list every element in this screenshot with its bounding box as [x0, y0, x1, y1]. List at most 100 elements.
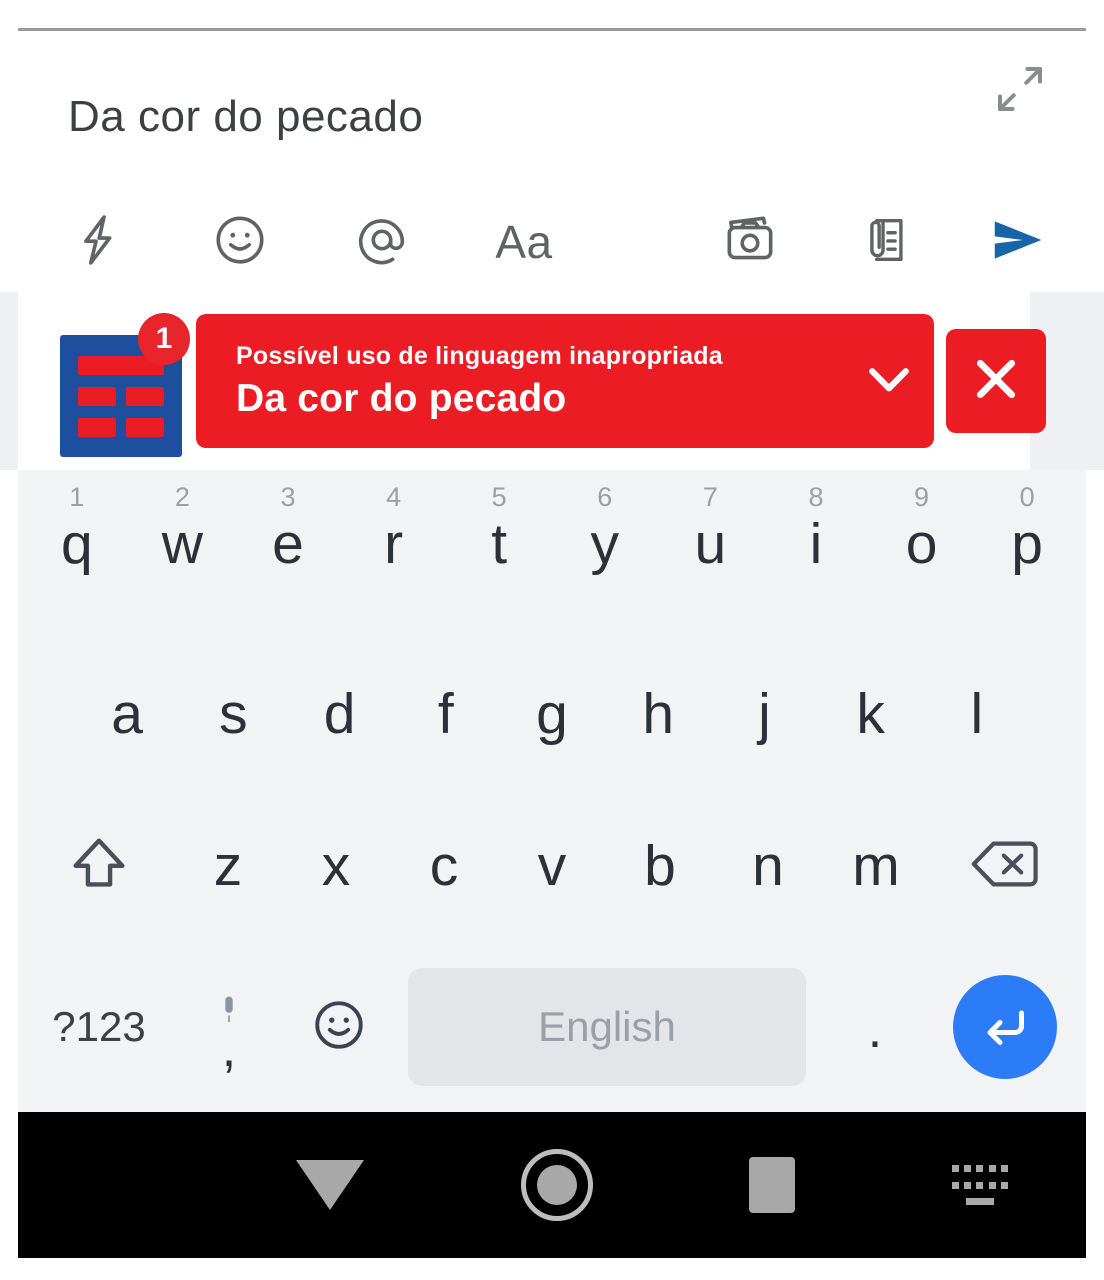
key-r[interactable]: 4 r [341, 470, 447, 652]
quick-action-button[interactable] [60, 204, 136, 280]
kbd-dot-row-2 [951, 1181, 1008, 1189]
key-label-y: y [590, 512, 620, 576]
nav-back-button[interactable] [296, 1112, 365, 1258]
key-w[interactable]: 2 w [130, 470, 236, 652]
notification-subtitle: Da cor do pecado [236, 376, 567, 420]
recents-square-icon [749, 1157, 796, 1213]
key-label-e: e [272, 512, 304, 576]
compose-toolbar: Aa [0, 187, 1104, 297]
key-h[interactable]: h [605, 638, 711, 790]
key-y[interactable]: 6 y [552, 470, 658, 652]
key-hint-8: 8 [808, 482, 824, 512]
key-a[interactable]: a [74, 638, 180, 790]
key-l[interactable]: l [924, 638, 1030, 790]
key-d[interactable]: d [286, 638, 392, 790]
mention-button[interactable] [344, 204, 420, 280]
compose-area: Da cor do pecado Aa [0, 31, 1104, 290]
key-emoji[interactable] [284, 942, 394, 1112]
notification-text-group: Possível uso de linguagem inapropriada D… [236, 342, 844, 421]
keyboard-row-1: 1 q 2 w 3 e 4 r 5 t 6 y 7 u 8 i 9 o 0 p [18, 470, 1086, 638]
bottom-fill [0, 1258, 1104, 1280]
key-label-k: k [856, 681, 885, 746]
key-e[interactable]: 3 e [235, 470, 341, 652]
keyboard-row-4: ?123 , English . [18, 942, 1086, 1112]
key-f[interactable]: f [393, 638, 499, 790]
key-q[interactable]: 1 q [24, 470, 130, 652]
key-s[interactable]: s [180, 638, 286, 790]
kbd-dot [988, 1181, 996, 1189]
key-symbols[interactable]: ?123 [24, 942, 174, 1112]
key-j[interactable]: j [711, 638, 817, 790]
key-t[interactable]: 5 t [446, 470, 552, 652]
expand-compose-button[interactable] [982, 53, 1058, 129]
hide-keyboard-triangle-icon [296, 1160, 365, 1210]
key-label-i: i [809, 512, 823, 576]
key-hint-9: 9 [914, 482, 930, 512]
kbd-dot [976, 1165, 984, 1172]
key-i[interactable]: 8 i [763, 470, 869, 652]
key-x[interactable]: x [282, 790, 390, 942]
key-k[interactable]: k [818, 638, 924, 790]
key-m[interactable]: m [822, 790, 930, 942]
key-c[interactable]: c [390, 790, 498, 942]
key-v[interactable]: v [498, 790, 606, 942]
on-screen-keyboard: 1 q 2 w 3 e 4 r 5 t 6 y 7 u 8 i 9 o 0 p … [18, 470, 1086, 1112]
key-comma[interactable]: , [174, 942, 284, 1112]
key-label-t: t [491, 512, 508, 576]
key-label-d: d [323, 681, 356, 746]
attachment-button[interactable] [846, 204, 922, 280]
kbd-dot [951, 1181, 959, 1189]
key-n[interactable]: n [714, 790, 822, 942]
key-hint-6: 6 [597, 482, 613, 512]
emoji-button[interactable] [202, 204, 278, 280]
key-o[interactable]: 9 o [869, 470, 975, 652]
format-text-button[interactable]: Aa [486, 204, 562, 280]
notification-expand-button[interactable] [844, 314, 934, 448]
message-input[interactable]: Da cor do pecado [68, 92, 423, 142]
key-label-p: p [1011, 512, 1043, 576]
kbd-dot [951, 1165, 959, 1172]
key-label-r: r [384, 512, 404, 576]
key-label-s: s [219, 681, 248, 746]
nav-switch-keyboard-button[interactable] [951, 1112, 1008, 1258]
key-hint-2: 2 [174, 482, 190, 512]
icon-bar-row-middle [78, 386, 164, 406]
key-p[interactable]: 0 p [974, 470, 1080, 652]
key-label-comma: , [221, 1019, 237, 1078]
nav-items [218, 1112, 1086, 1258]
kbd-dot [1000, 1165, 1008, 1172]
close-x-icon [967, 350, 1025, 413]
emoji-smiley-icon [310, 996, 368, 1059]
format-text-label: Aa [495, 216, 553, 268]
expand-arrows-icon [990, 59, 1050, 124]
key-backspace[interactable] [930, 790, 1080, 942]
icon-bar-right [126, 386, 164, 406]
notification-strip: 1 Possível uso de linguagem inapropriada… [0, 292, 1104, 470]
key-hint-7: 7 [702, 482, 718, 512]
key-b[interactable]: b [606, 790, 714, 942]
icon-bar-right-2 [126, 417, 164, 437]
key-g[interactable]: g [499, 638, 605, 790]
key-label-m: m [852, 833, 900, 898]
notification-banner[interactable]: Possível uso de linguagem inapropriada D… [196, 314, 934, 448]
key-enter[interactable] [930, 942, 1080, 1112]
home-circle-icon [520, 1149, 593, 1221]
key-space[interactable]: English [408, 968, 806, 1086]
phone-screen: Da cor do pecado Aa 1 Possível uso de li… [0, 0, 1104, 1280]
key-hint-0: 0 [1019, 482, 1035, 512]
send-button[interactable] [980, 204, 1056, 280]
nav-recents-button[interactable] [749, 1112, 796, 1258]
icon-bar-row-bottom [78, 417, 164, 437]
key-z[interactable]: z [174, 790, 282, 942]
icon-bar-left [78, 386, 116, 406]
kbd-dot [1000, 1181, 1008, 1189]
key-shift[interactable] [24, 790, 174, 942]
camera-icon [719, 209, 781, 276]
key-u[interactable]: 7 u [658, 470, 764, 652]
camera-button[interactable] [712, 204, 788, 280]
nav-home-button[interactable] [520, 1112, 593, 1258]
notification-close-button[interactable] [946, 329, 1046, 433]
key-label-a: a [111, 681, 143, 746]
key-label-g: g [536, 681, 568, 746]
key-period[interactable]: . [820, 942, 930, 1112]
